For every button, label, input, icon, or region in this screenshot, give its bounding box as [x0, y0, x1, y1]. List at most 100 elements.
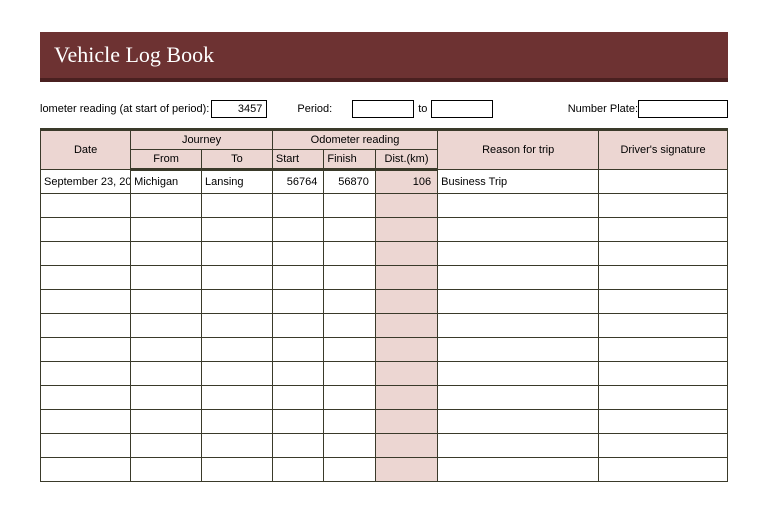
cell-start[interactable] — [272, 194, 324, 218]
cell-from[interactable] — [131, 290, 202, 314]
cell-from[interactable] — [131, 194, 202, 218]
cell-dist[interactable] — [375, 218, 437, 242]
cell-to[interactable] — [202, 338, 273, 362]
cell-finish[interactable] — [324, 266, 376, 290]
odometer-start-input[interactable]: 3457 — [211, 100, 267, 118]
cell-sig[interactable] — [599, 338, 728, 362]
cell-from[interactable] — [131, 410, 202, 434]
cell-dist[interactable] — [375, 434, 437, 458]
cell-finish[interactable] — [324, 386, 376, 410]
cell-sig[interactable] — [599, 242, 728, 266]
cell-from[interactable]: Michigan — [131, 170, 202, 194]
cell-sig[interactable] — [599, 410, 728, 434]
cell-dist[interactable] — [375, 338, 437, 362]
cell-finish[interactable]: 56870 — [324, 170, 376, 194]
cell-start[interactable] — [272, 338, 324, 362]
cell-to[interactable] — [202, 434, 273, 458]
cell-from[interactable] — [131, 458, 202, 482]
cell-date[interactable] — [41, 242, 131, 266]
cell-date[interactable] — [41, 410, 131, 434]
cell-from[interactable] — [131, 362, 202, 386]
cell-reason[interactable] — [438, 362, 599, 386]
cell-from[interactable] — [131, 242, 202, 266]
cell-reason[interactable] — [438, 458, 599, 482]
cell-to[interactable] — [202, 410, 273, 434]
cell-finish[interactable] — [324, 458, 376, 482]
cell-start[interactable] — [272, 314, 324, 338]
cell-from[interactable] — [131, 338, 202, 362]
cell-dist[interactable] — [375, 386, 437, 410]
cell-sig[interactable] — [599, 434, 728, 458]
cell-from[interactable] — [131, 314, 202, 338]
cell-to[interactable] — [202, 218, 273, 242]
cell-start[interactable] — [272, 242, 324, 266]
cell-reason[interactable] — [438, 266, 599, 290]
cell-from[interactable] — [131, 266, 202, 290]
cell-to[interactable] — [202, 242, 273, 266]
period-to-input[interactable] — [431, 100, 493, 118]
cell-dist[interactable] — [375, 290, 437, 314]
cell-sig[interactable] — [599, 314, 728, 338]
cell-sig[interactable] — [599, 386, 728, 410]
cell-sig[interactable] — [599, 290, 728, 314]
cell-date[interactable] — [41, 458, 131, 482]
cell-to[interactable]: Lansing — [202, 170, 273, 194]
cell-reason[interactable] — [438, 194, 599, 218]
cell-start[interactable] — [272, 218, 324, 242]
cell-date[interactable] — [41, 362, 131, 386]
cell-finish[interactable] — [324, 194, 376, 218]
cell-dist[interactable] — [375, 362, 437, 386]
cell-finish[interactable] — [324, 290, 376, 314]
cell-to[interactable] — [202, 458, 273, 482]
cell-sig[interactable] — [599, 218, 728, 242]
cell-start[interactable] — [272, 410, 324, 434]
cell-start[interactable] — [272, 266, 324, 290]
cell-date[interactable] — [41, 386, 131, 410]
cell-reason[interactable] — [438, 386, 599, 410]
cell-finish[interactable] — [324, 410, 376, 434]
cell-dist[interactable] — [375, 410, 437, 434]
cell-dist[interactable] — [375, 242, 437, 266]
cell-date[interactable] — [41, 266, 131, 290]
cell-reason[interactable] — [438, 242, 599, 266]
cell-dist[interactable] — [375, 458, 437, 482]
cell-reason[interactable] — [438, 338, 599, 362]
cell-reason[interactable] — [438, 314, 599, 338]
number-plate-input[interactable] — [638, 100, 728, 118]
cell-sig[interactable] — [599, 362, 728, 386]
cell-sig[interactable] — [599, 194, 728, 218]
cell-sig[interactable] — [599, 170, 728, 194]
cell-date[interactable] — [41, 218, 131, 242]
cell-sig[interactable] — [599, 458, 728, 482]
cell-start[interactable] — [272, 386, 324, 410]
cell-date[interactable] — [41, 314, 131, 338]
cell-reason[interactable] — [438, 434, 599, 458]
cell-sig[interactable] — [599, 266, 728, 290]
cell-start[interactable] — [272, 434, 324, 458]
cell-reason[interactable] — [438, 218, 599, 242]
cell-from[interactable] — [131, 434, 202, 458]
cell-dist[interactable] — [375, 266, 437, 290]
cell-start[interactable] — [272, 458, 324, 482]
cell-finish[interactable] — [324, 314, 376, 338]
cell-finish[interactable] — [324, 242, 376, 266]
cell-date[interactable] — [41, 194, 131, 218]
cell-to[interactable] — [202, 314, 273, 338]
cell-from[interactable] — [131, 386, 202, 410]
cell-dist[interactable] — [375, 314, 437, 338]
cell-reason[interactable] — [438, 410, 599, 434]
cell-from[interactable] — [131, 218, 202, 242]
cell-start[interactable]: 56764 — [272, 170, 324, 194]
cell-reason[interactable] — [438, 290, 599, 314]
cell-start[interactable] — [272, 362, 324, 386]
cell-finish[interactable] — [324, 218, 376, 242]
cell-finish[interactable] — [324, 362, 376, 386]
cell-dist[interactable] — [375, 194, 437, 218]
period-from-input[interactable] — [352, 100, 414, 118]
cell-start[interactable] — [272, 290, 324, 314]
cell-date[interactable] — [41, 338, 131, 362]
cell-date[interactable] — [41, 434, 131, 458]
cell-to[interactable] — [202, 386, 273, 410]
cell-date[interactable] — [41, 290, 131, 314]
cell-to[interactable] — [202, 194, 273, 218]
